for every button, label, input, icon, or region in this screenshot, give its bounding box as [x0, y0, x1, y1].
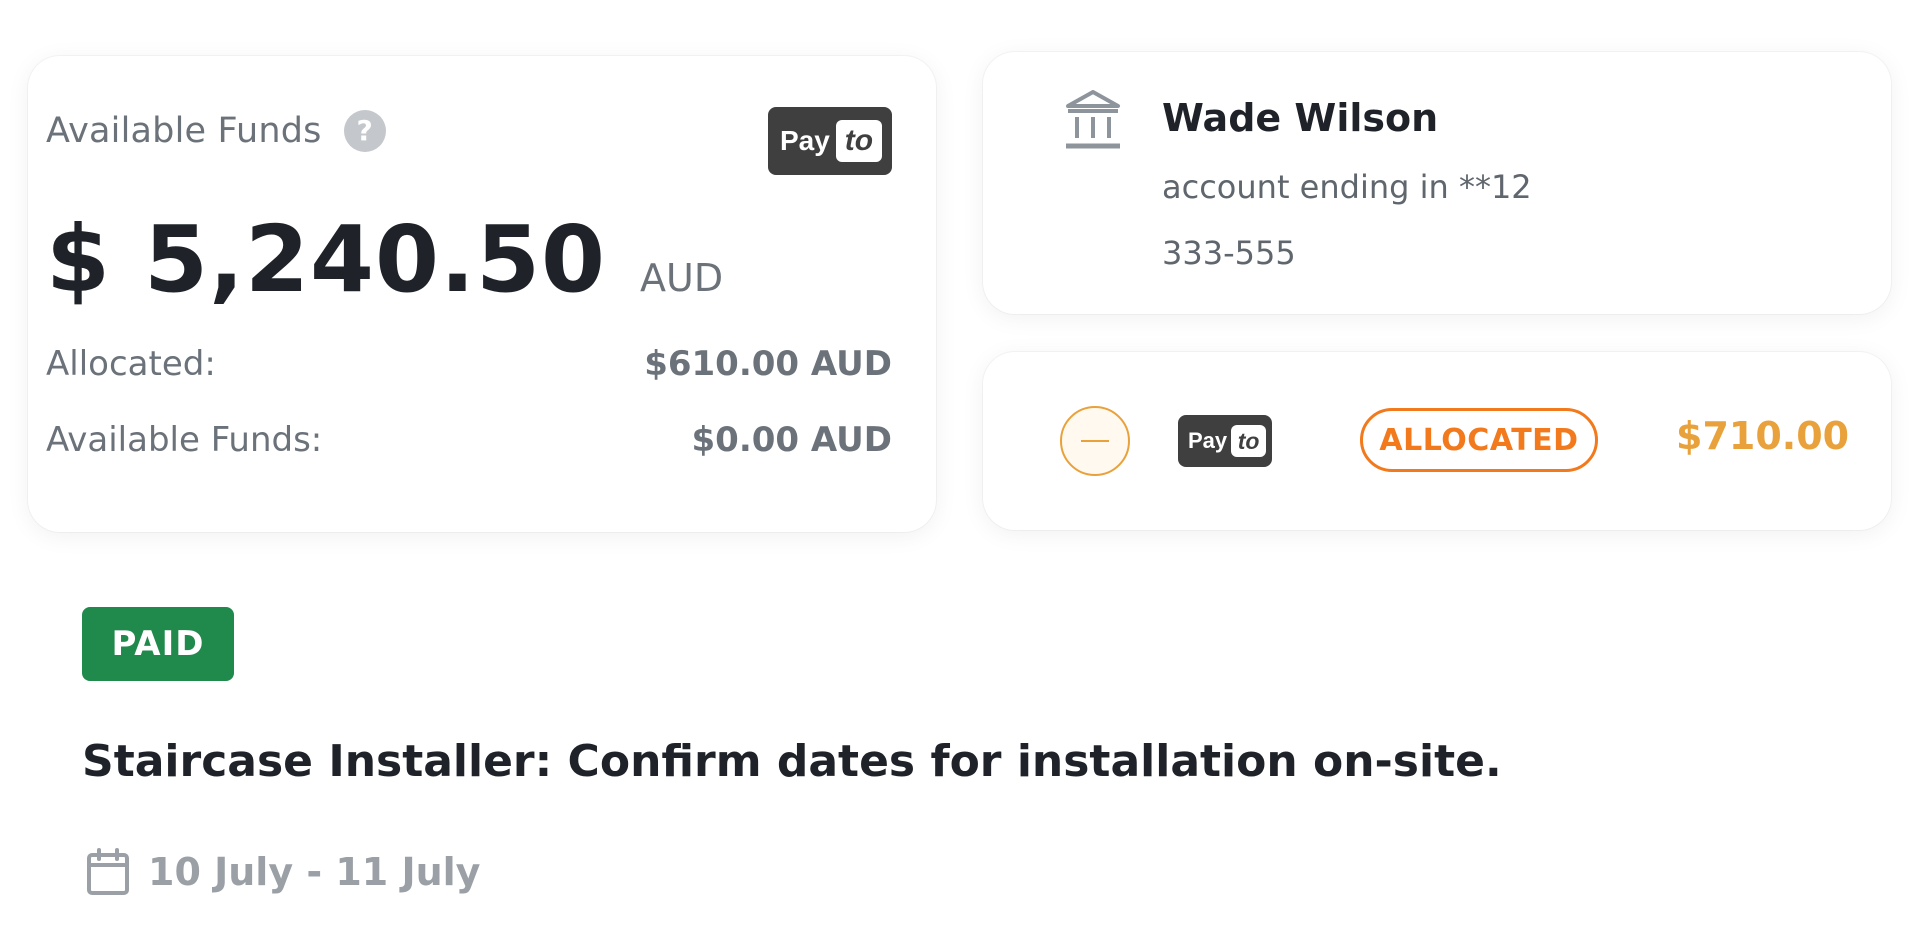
- balance-amount: $ 5,240.50: [46, 206, 607, 313]
- minus-icon: [1081, 440, 1109, 442]
- allocated-label: Allocated:: [46, 344, 216, 384]
- account-ending: account ending in **12: [1162, 168, 1532, 206]
- balance-row: $ 5,240.50 AUD: [46, 206, 723, 313]
- allocation-amount: $710.00: [1676, 414, 1850, 458]
- calendar-icon: [87, 848, 129, 895]
- payto-logo-small-pay: Pay: [1188, 428, 1228, 453]
- funds-title: Available Funds: [46, 111, 322, 151]
- payto-logo-to: to: [835, 120, 882, 162]
- payto-logo: Pay to: [768, 107, 892, 175]
- balance-currency: AUD: [640, 256, 724, 300]
- bank-icon: [1066, 90, 1120, 149]
- allocated-row: Allocated: $610.00 AUD: [46, 344, 892, 384]
- remove-allocation-button[interactable]: [1060, 406, 1130, 476]
- help-icon[interactable]: ?: [343, 110, 386, 152]
- payto-logo-pay: Pay: [780, 125, 830, 156]
- task-title[interactable]: Staircase Installer: Confirm dates for i…: [82, 736, 1502, 787]
- funds-title-row: Available Funds ?: [46, 110, 386, 152]
- available-funds-value: $0.00 AUD: [691, 420, 892, 460]
- date-range-text: 10 July - 11 July: [148, 850, 481, 894]
- account-bsb: 333-555: [1162, 234, 1296, 272]
- allocated-value: $610.00 AUD: [644, 344, 892, 384]
- task-date-range: 10 July - 11 July: [86, 848, 480, 896]
- payto-logo-small-to: to: [1231, 425, 1266, 457]
- account-holder-name: Wade Wilson: [1162, 96, 1439, 140]
- allocated-status-badge: ALLOCATED: [1360, 408, 1598, 472]
- available-funds-label: Available Funds:: [46, 420, 323, 460]
- available-funds-row: Available Funds: $0.00 AUD: [46, 420, 892, 460]
- paid-status-badge: PAID: [82, 607, 234, 681]
- payto-logo-small: Pay to: [1178, 415, 1272, 467]
- page: Available Funds ? Pay to $ 5,240.50 AUD …: [0, 0, 1920, 945]
